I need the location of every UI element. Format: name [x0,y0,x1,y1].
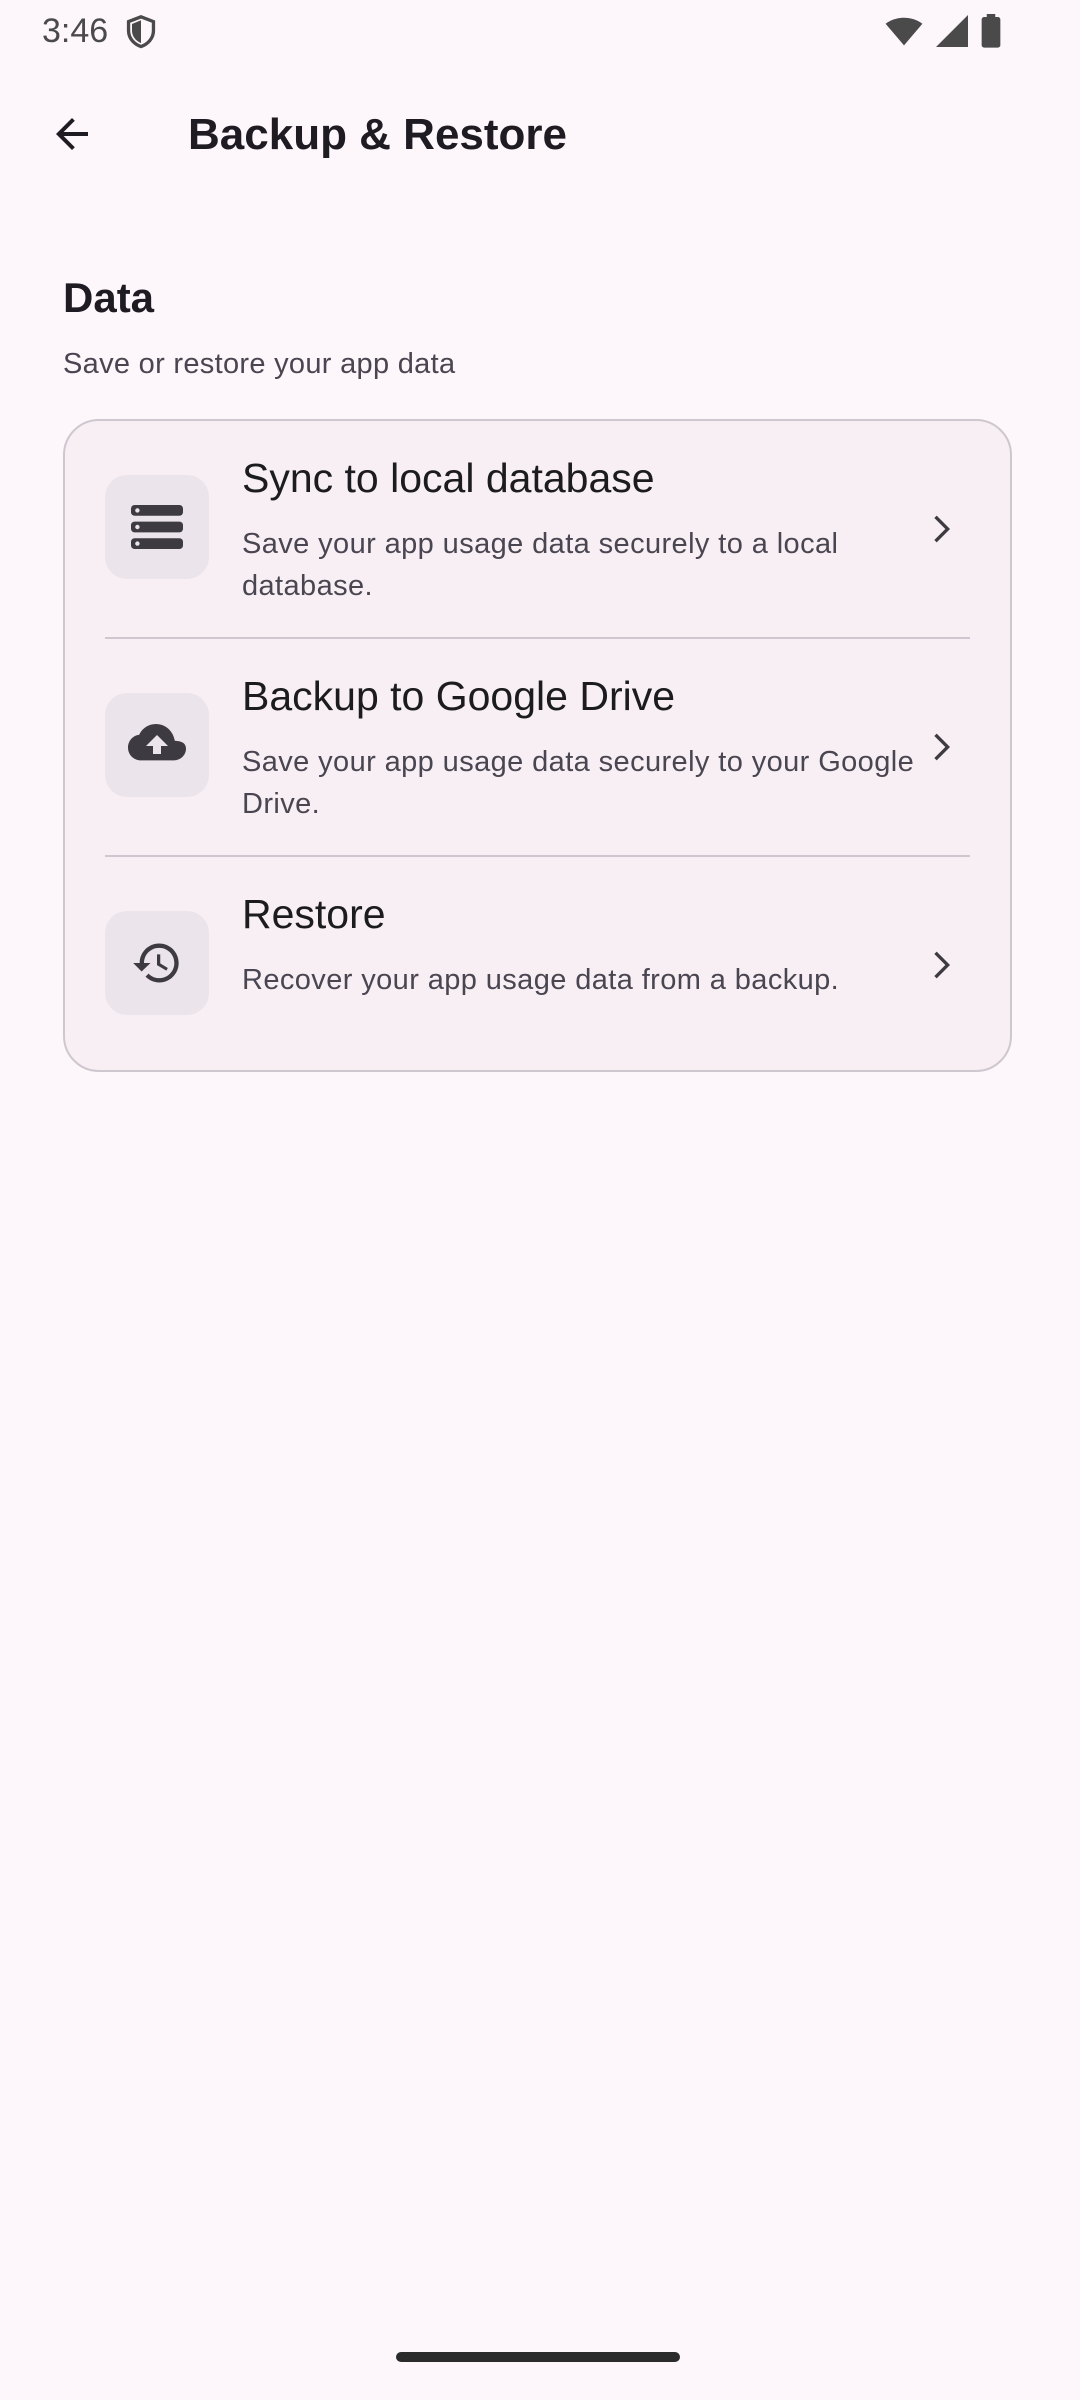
back-button[interactable] [36,98,108,170]
wifi-icon [884,15,924,52]
history-icon [105,911,209,1015]
section-subtitle: Save or restore your app data [63,348,456,380]
backup-google-drive-description: Save your app usage data securely to you… [242,746,915,820]
status-time: 3:46 [42,12,109,50]
home-indicator[interactable] [396,2352,680,2362]
chevron-right-icon [920,509,960,554]
sync-local-database-description: Save your app usage data securely to a l… [242,528,839,602]
options-card: Sync to local database Save your app usa… [63,419,1012,1072]
section-title: Data [63,274,155,321]
signal-icon [936,15,968,52]
chevron-right-icon [920,727,960,772]
backup-google-drive-title: Backup to Google Drive [242,673,676,719]
status-bar: 3:46 [0,0,1080,62]
battery-icon [980,14,1002,53]
restore-title: Restore [242,891,386,937]
chevron-right-icon [920,945,960,990]
page-title: Backup & Restore [188,110,568,159]
backup-google-drive-item[interactable]: Backup to Google Drive Save your app usa… [65,639,1010,857]
top-app-bar: Backup & Restore [0,88,1080,184]
sync-local-database-title: Sync to local database [242,455,655,501]
restore-description: Recover your app usage data from a backu… [242,964,840,996]
cloud-upload-icon [105,693,209,797]
arrow-back-icon [56,118,88,150]
restore-item[interactable]: Restore Recover your app usage data from… [65,857,1010,1070]
sync-local-database-item[interactable]: Sync to local database Save your app usa… [65,421,1010,639]
database-icon [105,475,209,579]
shield-icon [124,14,158,55]
